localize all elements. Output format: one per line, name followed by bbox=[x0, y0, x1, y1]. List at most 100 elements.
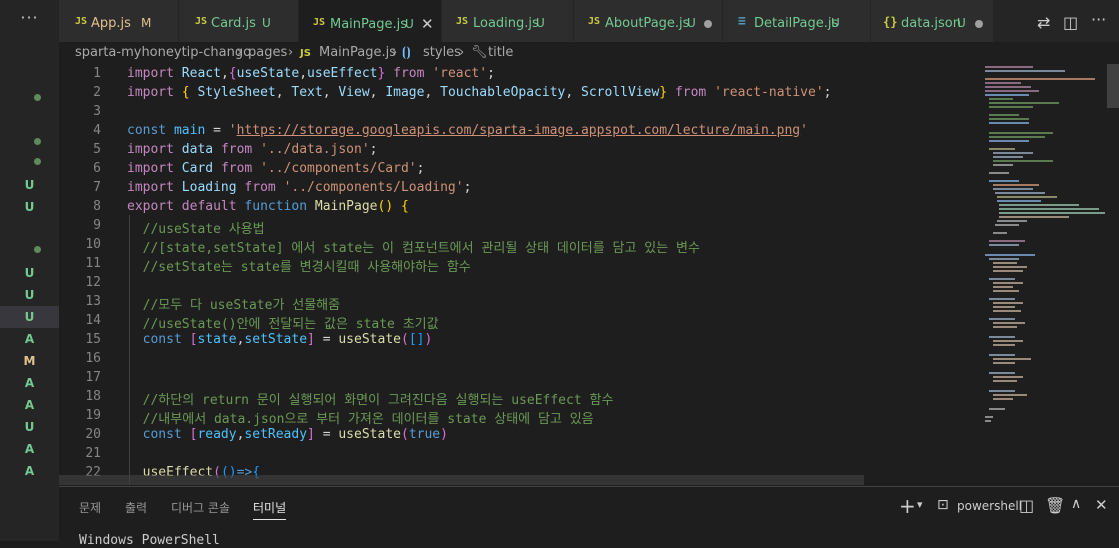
close-icon[interactable]: ✕ bbox=[1095, 496, 1108, 514]
tab-detailpage-js[interactable]: ≡ DetailPage.js U bbox=[723, 0, 871, 42]
code-line: const [state,setState] = useState([]) bbox=[142, 332, 433, 347]
code-line: //setState는 state를 변경시킬때 사용해야하는 함수 bbox=[142, 260, 471, 275]
new-terminal-icon[interactable]: + bbox=[899, 494, 916, 518]
horizontal-scrollbar[interactable] bbox=[59, 475, 864, 485]
git-status: A bbox=[24, 332, 35, 346]
chevron-up-icon[interactable]: ∧ bbox=[1071, 496, 1081, 512]
chevron-right-icon: › bbox=[459, 45, 465, 60]
line-number: 20 bbox=[85, 427, 101, 442]
tab-mainpage-js[interactable]: JS MainPage.js U ✕ bbox=[299, 0, 442, 42]
tab-data-json[interactable]: {} data.json U bbox=[871, 0, 994, 42]
code-line: import Loading from '../components/Loadi… bbox=[127, 180, 472, 195]
tab-label: Card.js bbox=[211, 16, 256, 31]
js-file-icon: JS bbox=[313, 17, 326, 28]
chevron-down-icon[interactable]: ▾ bbox=[917, 498, 923, 511]
tab-problems[interactable]: 문제 bbox=[79, 499, 101, 516]
tab-app-js[interactable]: JS App.js M bbox=[59, 0, 179, 42]
breadcrumb-file[interactable]: MainPage.js bbox=[319, 45, 396, 60]
terminal-icon: ⊡ bbox=[937, 497, 949, 513]
breadcrumb: sparta-myhoneytip-chango › pages › JS Ma… bbox=[59, 42, 1119, 64]
line-number: 15 bbox=[85, 332, 101, 347]
line-number: 1 bbox=[93, 66, 101, 81]
list-file-icon: ≡ bbox=[738, 14, 746, 29]
git-status: U bbox=[24, 310, 35, 324]
tab-output[interactable]: 출력 bbox=[125, 499, 147, 516]
breadcrumb-project[interactable]: sparta-myhoneytip-chango bbox=[75, 45, 251, 60]
tab-badge: U bbox=[957, 16, 966, 30]
tab-badge: U bbox=[687, 16, 696, 30]
symbol-object-icon: ⦗⦘ bbox=[402, 45, 411, 60]
git-status: U bbox=[24, 420, 35, 434]
git-status: A bbox=[24, 442, 35, 456]
line-number: 16 bbox=[85, 351, 101, 366]
terminal-shell-label[interactable]: powershell bbox=[957, 499, 1022, 513]
tab-badge: U bbox=[536, 16, 545, 30]
line-number: 6 bbox=[93, 161, 101, 176]
line-number: 14 bbox=[85, 313, 101, 328]
more-actions-icon[interactable]: ··· bbox=[1091, 10, 1106, 29]
code-line: //useState()안에 전달되는 값은 state 초기값 bbox=[142, 317, 439, 332]
tab-debug-console[interactable]: 디버그 콘솔 bbox=[171, 499, 230, 516]
chevron-right-icon: › bbox=[288, 45, 294, 60]
js-file-icon: JS bbox=[75, 16, 88, 27]
minimap[interactable] bbox=[985, 64, 1107, 486]
code-line: import Card from '../components/Card'; bbox=[127, 161, 425, 176]
json-file-icon: {} bbox=[883, 15, 898, 29]
unsaved-dot-icon[interactable] bbox=[704, 20, 712, 28]
line-number: 17 bbox=[85, 370, 101, 385]
editor-tabs: JS App.js M JS Card.js U JS MainPage.js … bbox=[59, 0, 1119, 42]
chevron-right-icon: › bbox=[237, 45, 243, 60]
explorer-strip: ··· U U U U U A M A A U A A bbox=[0, 0, 59, 541]
tab-label: MainPage.js bbox=[330, 17, 408, 32]
line-number: 8 bbox=[93, 199, 101, 214]
trash-icon[interactable]: 🗑︎ bbox=[1045, 496, 1065, 515]
line-number: 12 bbox=[85, 275, 101, 290]
git-status: U bbox=[24, 178, 35, 192]
git-status: A bbox=[24, 376, 35, 390]
tab-aboutpage-js[interactable]: JS AboutPage.js U bbox=[574, 0, 723, 42]
tab-badge: M bbox=[141, 16, 152, 30]
code-line: const main = 'https://storage.googleapis… bbox=[127, 123, 808, 138]
more-actions-icon[interactable]: ··· bbox=[0, 8, 59, 27]
tab-label: AboutPage.js bbox=[605, 16, 690, 31]
line-number: 3 bbox=[93, 104, 101, 119]
tab-terminal[interactable]: 터미널 bbox=[253, 499, 287, 520]
git-status: A bbox=[24, 398, 35, 412]
tab-loading-js[interactable]: JS Loading.js U bbox=[442, 0, 574, 42]
vertical-scrollbar[interactable] bbox=[1107, 64, 1119, 486]
close-icon[interactable]: ✕ bbox=[421, 15, 434, 33]
line-number: 7 bbox=[93, 180, 101, 195]
status-dot bbox=[34, 158, 41, 165]
tab-label: Loading.js bbox=[473, 16, 539, 31]
breadcrumb-folder[interactable]: pages bbox=[248, 45, 287, 60]
tab-label: App.js bbox=[91, 16, 131, 31]
breadcrumb-symbol[interactable]: styles bbox=[423, 45, 461, 60]
status-dot bbox=[34, 246, 41, 253]
line-number: 9 bbox=[93, 218, 101, 233]
line-number: 2 bbox=[93, 85, 101, 100]
bottom-panel: 문제 출력 디버그 콘솔 터미널 + ▾ ⊡ powershell ◫ 🗑︎ ∧… bbox=[59, 486, 1119, 548]
line-number: 11 bbox=[85, 256, 101, 271]
code-editor[interactable]: 1 2 3 4 5 6 7 8 9 10 11 12 13 14 15 16 1… bbox=[59, 64, 985, 486]
js-file-icon: JS bbox=[456, 16, 469, 27]
split-terminal-icon[interactable]: ◫ bbox=[1019, 496, 1034, 515]
code-line: import { StyleSheet, Text, View, Image, … bbox=[127, 85, 832, 100]
tab-badge: U bbox=[831, 16, 840, 30]
git-status: U bbox=[24, 200, 35, 214]
split-editor-icon[interactable]: ◫ bbox=[1063, 13, 1078, 32]
unsaved-dot-icon[interactable] bbox=[975, 20, 983, 28]
git-status: U bbox=[24, 266, 35, 280]
line-number: 21 bbox=[85, 446, 101, 461]
breadcrumb-symbol[interactable]: title bbox=[488, 45, 513, 60]
tab-label: DetailPage.js bbox=[754, 16, 839, 31]
compare-changes-icon[interactable]: ⇄ bbox=[1037, 13, 1050, 32]
code-line: //내부에서 data.json으로 부터 가져온 데이터를 state 상태에… bbox=[142, 412, 594, 427]
scroll-thumb[interactable] bbox=[1107, 64, 1119, 108]
js-file-icon: JS bbox=[300, 48, 311, 59]
code-line: import data from '../data.json'; bbox=[127, 142, 378, 157]
line-number: 18 bbox=[85, 389, 101, 404]
tab-card-js[interactable]: JS Card.js U bbox=[179, 0, 299, 42]
tab-badge: U bbox=[405, 17, 414, 31]
tab-label: data.json bbox=[901, 16, 961, 31]
code-line: //모두 다 useState가 선물해줌 bbox=[142, 298, 341, 313]
